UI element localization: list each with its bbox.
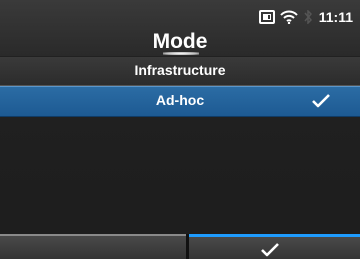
back-button[interactable] <box>0 234 186 259</box>
title-underline <box>163 52 199 55</box>
list-item-infrastructure[interactable]: Infrastructure <box>0 57 360 86</box>
footer-buttons <box>0 234 360 259</box>
checkmark-icon <box>261 243 279 259</box>
checkmark-icon <box>312 94 330 111</box>
list-item-label: Ad-hoc <box>155 92 205 108</box>
page-title: Mode <box>152 30 208 53</box>
list-item-label: Infrastructure <box>134 62 226 78</box>
mode-screen: 11:11 Mode Infrastructure Ad-hoc <box>0 0 360 259</box>
status-time: 11:11 <box>318 9 353 25</box>
bluetooth-icon <box>303 10 313 24</box>
list-item-ad-hoc[interactable]: Ad-hoc <box>0 86 360 117</box>
confirm-button[interactable] <box>189 234 360 259</box>
wifi-icon <box>280 10 298 24</box>
header-bar: 11:11 Mode <box>0 0 360 56</box>
mode-list: Infrastructure Ad-hoc <box>0 57 360 117</box>
sd-card-icon <box>258 10 275 24</box>
status-bar: 11:11 <box>258 8 353 26</box>
